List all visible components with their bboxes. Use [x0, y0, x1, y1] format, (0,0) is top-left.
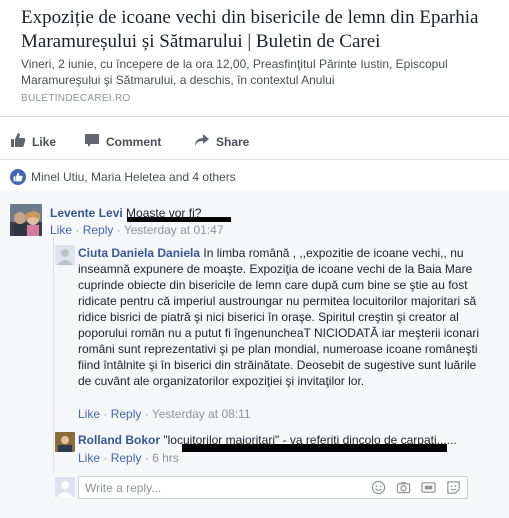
reply-like-link[interactable]: Like: [78, 451, 100, 465]
separator: ·: [144, 451, 149, 465]
redaction-bar: [127, 217, 231, 222]
comment-like-link[interactable]: Like: [50, 223, 72, 237]
reply-input[interactable]: Write a reply...: [78, 476, 468, 499]
separator: ·: [75, 223, 80, 237]
comment-button[interactable]: Comment: [84, 132, 161, 151]
separator: ·: [144, 407, 149, 421]
share-label: Share: [216, 134, 250, 149]
reply-text: In limba română , ,,expozitie de icoane …: [78, 246, 480, 388]
comment-label: Comment: [106, 134, 162, 149]
thumbs-up-icon: [10, 132, 32, 151]
reply-meta: Like · Reply · 6 hrs: [78, 451, 179, 465]
avatar[interactable]: [55, 245, 75, 265]
reply-placeholder: Write a reply...: [85, 481, 162, 495]
reactions-summary[interactable]: Minel Utiu, Maria Heletea and 4 others: [10, 169, 236, 185]
comment-timestamp[interactable]: Yesterday at 01:47: [124, 223, 224, 237]
avatar[interactable]: [10, 204, 42, 236]
reply-timestamp[interactable]: Yesterday at 08:11: [152, 407, 251, 421]
link-description: Vineri, 2 iunie, cu începere de la ora 1…: [21, 57, 448, 87]
link-title[interactable]: Expoziție de icoane vechi din bisericile…: [21, 6, 491, 54]
camera-icon[interactable]: [396, 480, 411, 498]
reply-body: Ciuta Daniela Daniela In limba română , …: [78, 245, 486, 389]
link-preview-card[interactable]: Expoziție de icoane vechi din bisericile…: [0, 0, 509, 117]
reply-author[interactable]: Rolland Bokor: [78, 433, 160, 447]
separator: ·: [103, 407, 108, 421]
comment-author[interactable]: Levente Levi: [50, 206, 123, 220]
link-domain: BULETINDECAREI.RO: [21, 93, 131, 104]
separator: ·: [103, 451, 108, 465]
reply-reply-link[interactable]: Reply: [111, 451, 142, 465]
comment-icon: [84, 132, 106, 151]
share-button[interactable]: Share: [194, 132, 249, 151]
comment-reply-link[interactable]: Reply: [83, 223, 114, 237]
comment-body: Levente Levi Moaste vor fi?: [50, 205, 490, 221]
reply-input-icons: [371, 480, 461, 498]
reactions-text: Minel Utiu, Maria Heletea and 4 others: [31, 170, 236, 184]
share-icon: [194, 132, 216, 151]
comment-meta: Like · Reply · Yesterday at 01:47: [50, 223, 224, 237]
reply-author[interactable]: Ciuta Daniela Daniela: [78, 246, 200, 260]
reply-like-link[interactable]: Like: [78, 407, 100, 421]
like-label: Like: [32, 134, 57, 149]
separator: ·: [116, 223, 121, 237]
like-button[interactable]: Like: [10, 132, 56, 151]
reply-reply-link[interactable]: Reply: [111, 407, 142, 421]
emoji-icon[interactable]: [371, 480, 386, 498]
divider: [0, 159, 509, 160]
redaction-bar: [182, 444, 447, 452]
avatar[interactable]: [55, 432, 75, 452]
gif-icon[interactable]: [421, 480, 436, 498]
avatar: [55, 477, 75, 497]
like-reaction-icon: [10, 169, 26, 185]
post-action-bar: Like Comment Share: [0, 126, 509, 156]
reply-meta: Like · Reply · Yesterday at 08:11: [78, 407, 251, 421]
reply-timestamp[interactable]: 6 hrs: [152, 451, 179, 465]
reply-thread-line: [53, 237, 54, 473]
sticker-icon[interactable]: [446, 480, 461, 498]
